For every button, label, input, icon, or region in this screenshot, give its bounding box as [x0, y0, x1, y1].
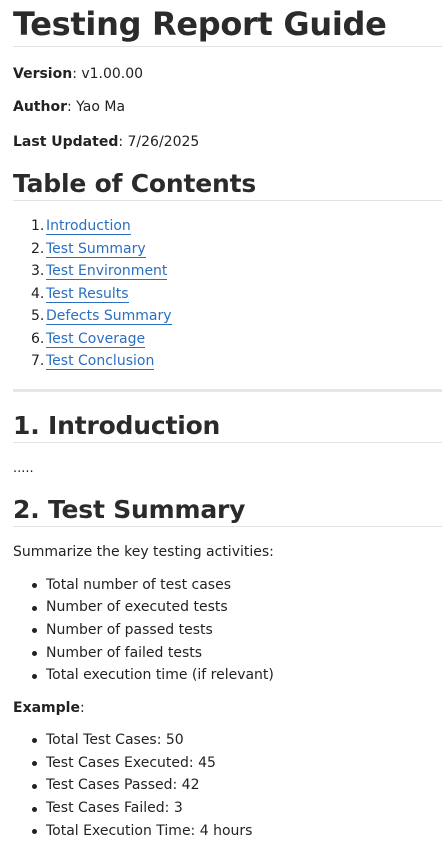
toc-heading: Table of Contents: [13, 168, 442, 201]
toc-item-test-coverage: 6. Test Coverage: [13, 328, 442, 351]
meta-author-value: : Yao Ma: [66, 99, 126, 115]
example-label: Example: [13, 699, 80, 716]
toc-link-introduction[interactable]: Introduction: [46, 218, 131, 235]
introduction-body: .....: [13, 460, 34, 476]
toc-link-test-coverage[interactable]: Test Coverage: [46, 330, 146, 348]
meta-version: Version: v1.00.00: [13, 65, 442, 83]
example-label-line: Example:: [13, 699, 442, 717]
list-item: Total number of test cases: [13, 574, 442, 597]
list-item: Test Cases Executed: 45: [13, 752, 442, 775]
meta-last-updated-label: Last Updated: [13, 134, 119, 150]
meta-last-updated: Last Updated: 7/26/2025: [13, 133, 442, 151]
toc-item-test-conclusion: 7. Test Conclusion: [13, 350, 442, 373]
test-summary-intro: Summarize the key testing activities:: [13, 543, 274, 560]
list-item: Test Cases Passed: 42: [13, 774, 442, 797]
introduction-heading: 1. Introduction: [13, 410, 442, 443]
toc-item-test-summary: 2. Test Summary: [13, 238, 442, 261]
list-item: Test Cases Failed: 3: [13, 797, 442, 820]
toc-item-introduction: 1. Introduction: [13, 215, 442, 238]
example-list: Total Test Cases: 50 Test Cases Executed…: [13, 729, 442, 842]
list-item: Number of passed tests: [13, 619, 442, 642]
toc-item-number: 4.: [31, 285, 45, 302]
toc-link-defects-summary[interactable]: Defects Summary: [46, 308, 172, 325]
list-item: Total execution time (if relevant): [13, 664, 442, 687]
toc-item-number: 3.: [31, 263, 45, 279]
meta-version-value: : v1.00.00: [72, 66, 144, 82]
meta-author-label: Author: [13, 99, 67, 115]
toc-item-test-environment: 3. Test Environment: [13, 260, 442, 283]
toc-item-test-results: 4. Test Results: [13, 283, 442, 306]
toc-link-test-results[interactable]: Test Results: [46, 285, 129, 303]
list-item: Number of failed tests: [13, 642, 442, 665]
meta-author: Author: Yao Ma: [13, 98, 442, 116]
page-title: Testing Report Guide: [13, 0, 442, 47]
toc-item-defects-summary: 5. Defects Summary: [13, 305, 442, 328]
toc-item-number: 7.: [31, 353, 45, 369]
toc-link-test-environment[interactable]: Test Environment: [46, 263, 168, 280]
meta-last-updated-value: : 7/26/2025: [118, 134, 200, 150]
test-summary-heading: 2. Test Summary: [13, 494, 442, 527]
example-label-suffix: :: [79, 699, 85, 716]
section-divider: [13, 388, 442, 392]
toc-item-number: 2.: [31, 240, 45, 257]
toc-item-number: 5.: [31, 308, 45, 324]
toc-link-test-conclusion[interactable]: Test Conclusion: [46, 353, 155, 370]
meta-version-label: Version: [13, 66, 73, 82]
toc-link-test-summary[interactable]: Test Summary: [46, 240, 146, 258]
toc-item-number: 6.: [31, 330, 45, 347]
list-item: Total Test Cases: 50: [13, 729, 442, 752]
list-item: Total Execution Time: 4 hours: [13, 820, 442, 843]
test-summary-list: Total number of test cases Number of exe…: [13, 574, 442, 687]
toc-item-number: 1.: [31, 218, 45, 234]
document-page: Testing Report Guide Version: v1.00.00 A…: [0, 0, 442, 853]
table-of-contents: 1. Introduction 2. Test Summary 3. Test …: [13, 215, 442, 373]
list-item: Number of executed tests: [13, 596, 442, 619]
